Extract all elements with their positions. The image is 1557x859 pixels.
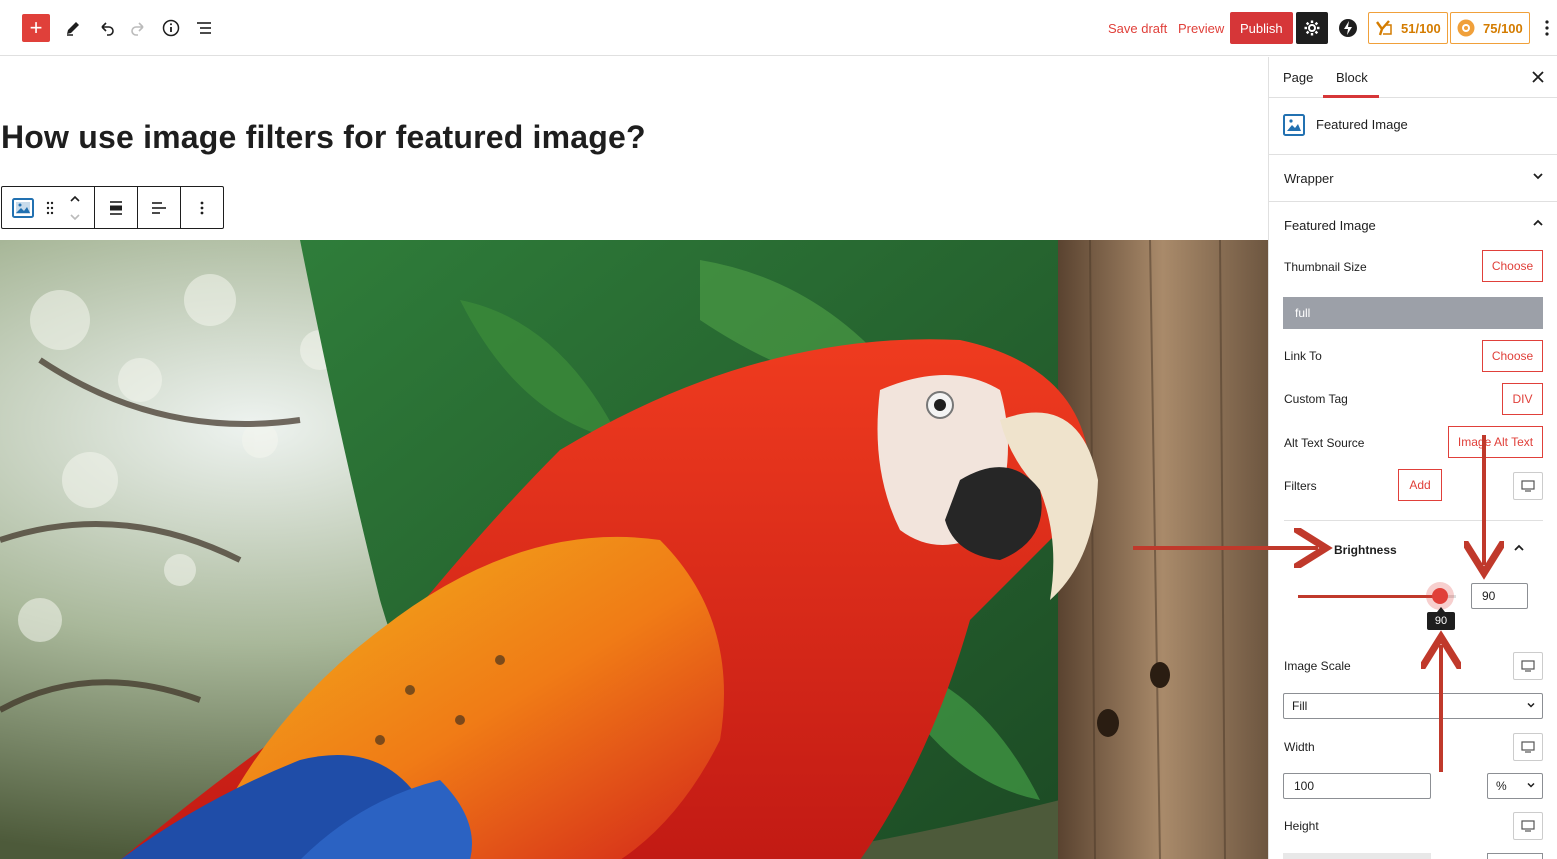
alt-text-source-label: Alt Text Source <box>1284 436 1365 450</box>
options-kebab-icon[interactable] <box>1539 14 1555 42</box>
tab-block[interactable]: Block <box>1336 70 1368 85</box>
block-card-title: Featured Image <box>1316 117 1408 132</box>
undo-icon[interactable] <box>92 14 120 42</box>
panel-wrapper-title: Wrapper <box>1284 171 1334 186</box>
readability-gear-icon <box>1455 17 1477 39</box>
height-label: Height <box>1284 819 1319 833</box>
close-sidebar-icon[interactable] <box>1532 67 1544 88</box>
block-toolbar-group-mover <box>2 187 95 228</box>
panel-wrapper[interactable]: Wrapper <box>1269 155 1557 202</box>
image-scale-select-value: Fill <box>1292 699 1308 713</box>
custom-tag-label: Custom Tag <box>1284 392 1348 406</box>
image-scale-label: Image Scale <box>1284 659 1351 673</box>
width-number-input[interactable]: 100 <box>1283 773 1431 799</box>
drag-handle-icon[interactable] <box>40 187 60 228</box>
brightness-slider-fill <box>1298 595 1441 598</box>
readability-score-button[interactable]: 75/100 <box>1450 12 1530 44</box>
filters-label: Filters <box>1284 479 1317 493</box>
panel-featured-image[interactable]: Featured Image <box>1269 202 1557 249</box>
brightness-number-input[interactable]: 90 <box>1471 583 1528 609</box>
sidebar-tabs: Page Block <box>1269 57 1557 98</box>
select-chevron-down-icon <box>1526 699 1536 713</box>
editor-canvas: How use image filters for featured image… <box>0 57 1268 859</box>
thumbnail-size-label: Thumbnail Size <box>1284 260 1367 274</box>
featured-image[interactable] <box>0 240 1268 859</box>
link-to-label: Link To <box>1284 349 1322 363</box>
tab-page[interactable]: Page <box>1283 70 1313 85</box>
brightness-slider-thumb[interactable] <box>1432 588 1449 604</box>
filters-desktop-icon[interactable] <box>1513 472 1543 500</box>
image-scale-select[interactable]: Fill <box>1283 693 1543 719</box>
brightness-slider[interactable] <box>1298 588 1456 604</box>
seo-score-button[interactable]: 51/100 <box>1368 12 1448 44</box>
filters-add-button[interactable]: Add <box>1398 469 1442 501</box>
settings-sidebar: Page Block Featured Image Wrapper Featur… <box>1268 57 1557 859</box>
block-card: Featured Image <box>1269 98 1557 155</box>
height-number-input[interactable] <box>1283 853 1431 859</box>
unit-chevron-down-icon <box>1526 779 1536 793</box>
thumbnail-size-value[interactable]: full <box>1283 297 1543 329</box>
brightness-collapse-chevron-up-icon[interactable] <box>1513 541 1525 559</box>
seo-score-value: 51/100 <box>1401 20 1441 36</box>
text-align-left-icon[interactable] <box>142 187 176 228</box>
move-up-down-icon[interactable] <box>60 187 90 228</box>
preview-button[interactable]: Preview <box>1178 14 1224 42</box>
custom-tag-button[interactable]: DIV <box>1502 383 1543 415</box>
filters-divider <box>1284 520 1543 521</box>
thumbnail-size-choose-button[interactable]: Choose <box>1482 250 1543 282</box>
plugin-bolt-icon[interactable] <box>1336 14 1360 42</box>
featured-image-block-icon[interactable] <box>6 187 40 228</box>
redo-icon[interactable] <box>125 14 153 42</box>
width-label: Width <box>1284 740 1315 754</box>
brightness-value-tooltip: 90 <box>1427 607 1455 630</box>
settings-gear-icon[interactable] <box>1296 12 1328 44</box>
alt-text-source-button[interactable]: Image Alt Text <box>1448 426 1543 458</box>
chevron-down-icon <box>1532 169 1544 187</box>
list-view-icon[interactable] <box>190 14 218 42</box>
block-toolbar <box>1 186 224 229</box>
width-desktop-icon[interactable] <box>1513 733 1543 761</box>
width-unit-select[interactable]: % <box>1487 773 1543 799</box>
post-title[interactable]: How use image filters for featured image… <box>1 119 646 156</box>
yoast-seo-icon <box>1373 17 1395 39</box>
height-unit-select[interactable] <box>1487 853 1543 859</box>
height-desktop-icon[interactable] <box>1513 812 1543 840</box>
link-to-choose-button[interactable]: Choose <box>1482 340 1543 372</box>
block-toolbar-group-text-align <box>138 187 181 228</box>
add-block-button[interactable]: + <box>22 14 50 42</box>
width-unit-value: % <box>1496 779 1507 793</box>
image-scale-desktop-icon[interactable] <box>1513 652 1543 680</box>
chevron-up-icon <box>1532 216 1544 234</box>
edit-tool-icon[interactable] <box>59 14 87 42</box>
save-draft-button[interactable]: Save draft <box>1108 14 1167 42</box>
align-wide-icon[interactable] <box>99 187 133 228</box>
featured-image-block-card-icon <box>1283 114 1305 141</box>
block-toolbar-group-align <box>95 187 138 228</box>
top-toolbar: + Save draft Preview Publish 51/100 75/1… <box>0 0 1557 56</box>
publish-button[interactable]: Publish <box>1230 12 1293 44</box>
details-info-icon[interactable] <box>157 14 185 42</box>
readability-score-value: 75/100 <box>1483 20 1523 36</box>
block-options-kebab-icon[interactable] <box>185 187 219 228</box>
panel-featured-image-title: Featured Image <box>1284 218 1376 233</box>
brightness-title[interactable]: Brightness <box>1334 543 1397 557</box>
block-toolbar-group-more <box>181 187 223 228</box>
